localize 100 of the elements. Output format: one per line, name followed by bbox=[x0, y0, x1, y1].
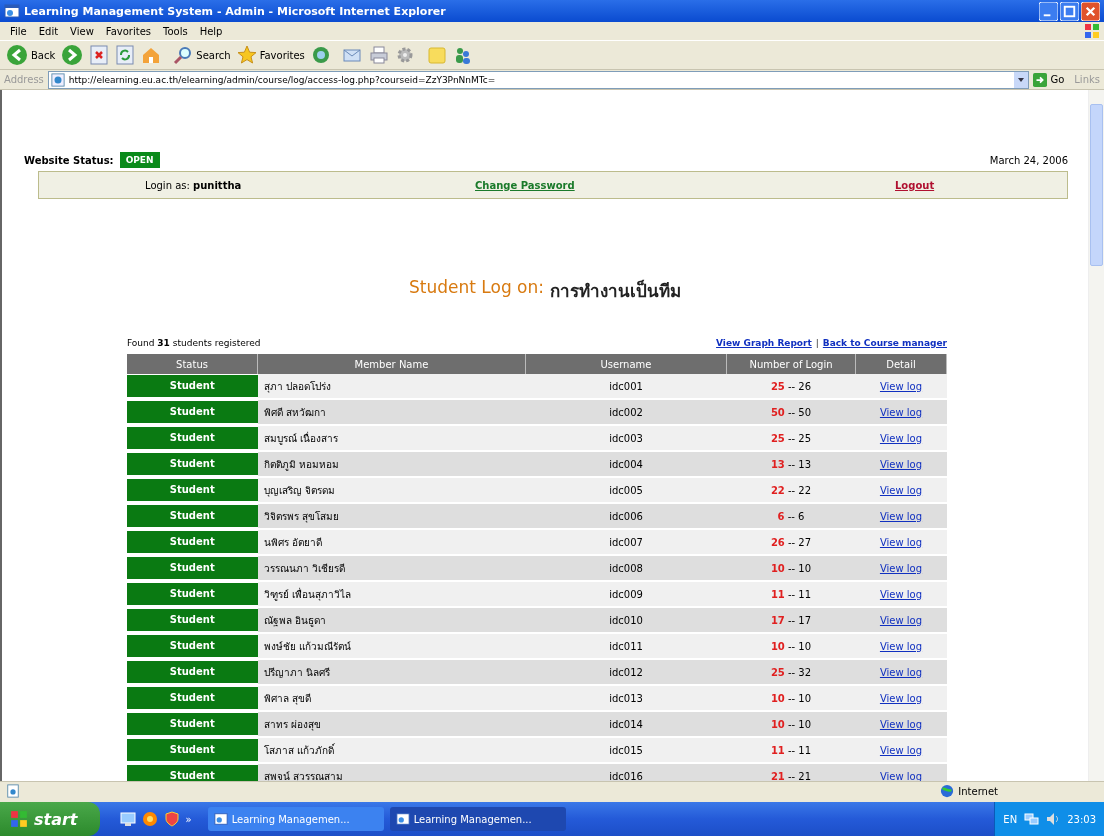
change-password-link[interactable]: Change Password bbox=[475, 179, 895, 191]
login-count-cell: 10 -- 10 bbox=[726, 555, 856, 581]
username-cell: idc013 bbox=[525, 685, 727, 711]
username-cell: idc012 bbox=[525, 659, 727, 685]
login-count-cell: 10 -- 10 bbox=[726, 711, 856, 737]
search-button[interactable]: Search bbox=[173, 45, 231, 65]
refresh-icon[interactable] bbox=[115, 45, 136, 65]
status-cell: Student bbox=[127, 505, 258, 527]
name-cell: สุภา ปลอดโปร่ง bbox=[257, 374, 526, 399]
menu-item[interactable]: File bbox=[4, 25, 33, 37]
status-cell: Student bbox=[127, 765, 258, 781]
page-icon bbox=[6, 784, 20, 798]
browser-icon bbox=[213, 812, 228, 826]
username-cell: idc007 bbox=[525, 529, 727, 555]
column-header: Status bbox=[127, 354, 258, 374]
name-cell: พิศดี สหวัฒกา bbox=[257, 399, 526, 425]
username-cell: idc009 bbox=[525, 581, 727, 607]
username-cell: idc011 bbox=[525, 633, 727, 659]
username-cell: idc005 bbox=[525, 477, 727, 503]
go-button[interactable]: Go bbox=[1033, 72, 1065, 87]
login-count-cell: 11 -- 11 bbox=[726, 581, 856, 607]
back-button[interactable]: Back bbox=[6, 44, 56, 66]
windows-logo-icon bbox=[1084, 23, 1100, 39]
date-text: March 24, 2006 bbox=[989, 154, 1068, 166]
search-icon bbox=[173, 45, 194, 65]
column-header: Username bbox=[525, 354, 727, 374]
overflow-button[interactable]: » bbox=[185, 813, 192, 825]
name-cell: บุญเสริญ จิตรดม bbox=[257, 477, 526, 503]
globe-icon bbox=[940, 784, 955, 798]
windows-logo-icon bbox=[10, 810, 28, 828]
address-label: Address bbox=[4, 74, 44, 85]
favorites-button[interactable]: Favorites bbox=[236, 45, 305, 65]
shield-icon[interactable] bbox=[163, 811, 180, 827]
media-icon[interactable] bbox=[141, 811, 158, 827]
close-icon[interactable] bbox=[1081, 1, 1100, 21]
menu-item[interactable]: Edit bbox=[32, 25, 65, 37]
login-count-cell: 22 -- 22 bbox=[726, 477, 856, 503]
taskbar-button[interactable]: Learning Managemen... bbox=[207, 807, 384, 831]
logout-link[interactable]: Logout bbox=[895, 179, 1067, 191]
stop-icon[interactable] bbox=[89, 45, 110, 65]
status-cell: Student bbox=[127, 557, 258, 579]
clock-text: 23:03 bbox=[1067, 813, 1096, 825]
window-title: Learning Management System - Admin - Microsoft Internet Explorer bbox=[24, 4, 447, 18]
status-badge: OPEN bbox=[119, 152, 160, 168]
minimize-icon[interactable] bbox=[1039, 1, 1058, 21]
username-cell: idc014 bbox=[525, 711, 727, 737]
login-count-cell: 6 -- 6 bbox=[726, 503, 856, 529]
maximize-icon[interactable] bbox=[1060, 1, 1079, 21]
network-icon[interactable] bbox=[1023, 811, 1040, 827]
username-cell: idc001 bbox=[525, 374, 727, 399]
status-cell: Student bbox=[127, 713, 258, 735]
name-cell: วรรณนภา วิเชียรดี bbox=[257, 555, 526, 581]
menu-item[interactable]: Help bbox=[193, 25, 229, 37]
column-header: Detail bbox=[855, 354, 947, 374]
status-cell: Student bbox=[127, 453, 258, 475]
name-cell: พิศาล สุขดี bbox=[257, 685, 526, 711]
name-cell: โสภาส แก้วภักดิ์ bbox=[257, 737, 526, 763]
login-count-cell: 25 -- 26 bbox=[726, 374, 856, 399]
start-button[interactable]: start bbox=[0, 802, 100, 836]
login-count-cell: 26 -- 27 bbox=[726, 529, 856, 555]
login-count-cell: 17 -- 17 bbox=[726, 607, 856, 633]
browser-icon bbox=[4, 3, 20, 19]
dropdown-icon[interactable] bbox=[1014, 71, 1029, 88]
username-cell: idc008 bbox=[525, 555, 727, 581]
address-field[interactable]: http://elearning.eu.ac.th/elearning/admin/course/log/access-log.php?courseid=ZzY3PnNnMTc= bbox=[47, 70, 1030, 89]
column-header: Member Name bbox=[257, 354, 526, 374]
name-cell: พงษ์ชัย แก้วมณีรัตน์ bbox=[257, 633, 526, 659]
menu-item[interactable]: View bbox=[64, 25, 100, 37]
name-cell: ณัฐพล อินธูดา bbox=[257, 607, 526, 633]
username-cell: idc004 bbox=[525, 451, 727, 477]
status-cell: Student bbox=[127, 427, 258, 449]
login-count-cell: 13 -- 13 bbox=[726, 451, 856, 477]
forward-button[interactable] bbox=[61, 44, 84, 66]
login-count-cell: 25 -- 25 bbox=[726, 425, 856, 451]
scrollbar[interactable] bbox=[1088, 90, 1104, 781]
name-cell: นพิศร อัตยาดี bbox=[257, 529, 526, 555]
menu-item[interactable]: Favorites bbox=[99, 25, 157, 37]
status-cell: Student bbox=[127, 661, 258, 683]
login-count-cell: 25 -- 32 bbox=[726, 659, 856, 685]
media-icon[interactable] bbox=[310, 45, 331, 65]
printer-icon[interactable] bbox=[368, 45, 389, 65]
menu-item[interactable]: Tools bbox=[157, 25, 194, 37]
username-cell: idc006 bbox=[525, 503, 727, 529]
desktop-icon[interactable] bbox=[119, 811, 136, 827]
status-label: Website Status: bbox=[24, 154, 114, 166]
taskbar-button[interactable]: Learning Managemen... bbox=[389, 807, 566, 831]
star-icon bbox=[236, 45, 257, 65]
page-icon bbox=[50, 72, 65, 87]
report-link[interactable]: Back to Course manager bbox=[822, 338, 947, 348]
browser-icon bbox=[395, 812, 410, 826]
login-count-cell: 10 -- 10 bbox=[726, 685, 856, 711]
username-cell: idc003 bbox=[525, 425, 727, 451]
login-count-cell: 11 -- 11 bbox=[726, 737, 856, 763]
username-cell: idc015 bbox=[525, 737, 727, 763]
status-cell: Student bbox=[127, 375, 258, 397]
username-cell: idc010 bbox=[525, 607, 727, 633]
course-name: การทำงานเป็นทีม bbox=[550, 279, 681, 303]
report-link[interactable]: View Graph Report bbox=[716, 338, 812, 348]
zone-text: Internet bbox=[940, 784, 998, 798]
home-icon[interactable] bbox=[141, 45, 162, 65]
